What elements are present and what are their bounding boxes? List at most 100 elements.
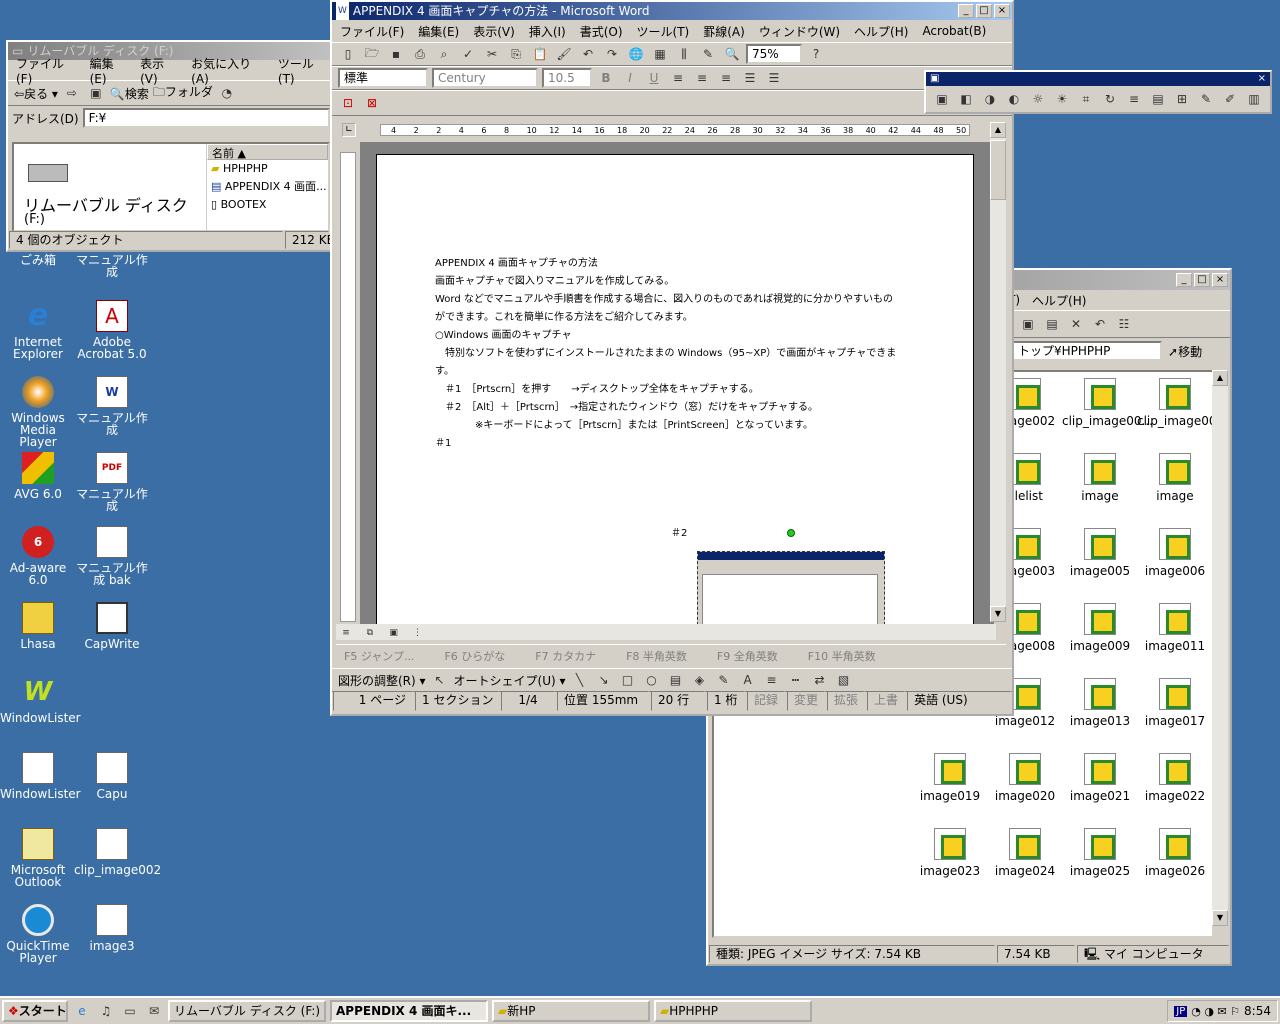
- status-track[interactable]: 変更: [787, 691, 826, 711]
- vertical-scrollbar[interactable]: ▲ ▼: [990, 122, 1006, 622]
- maximize-button[interactable]: □: [1194, 273, 1210, 287]
- menu-help[interactable]: ヘルプ(H): [854, 23, 908, 40]
- desktop-icon-windowlister-txt[interactable]: WindowLister: [0, 752, 81, 800]
- line-style-icon[interactable]: ≡: [1124, 90, 1144, 108]
- cut-icon[interactable]: ✂: [482, 45, 502, 63]
- less-brightness-icon[interactable]: ☀: [1052, 90, 1072, 108]
- image-control-icon[interactable]: ◧: [956, 90, 976, 108]
- task-hphphp[interactable]: ▰HPHPHP: [654, 1000, 812, 1022]
- file-item[interactable]: image: [1062, 453, 1138, 503]
- search-button[interactable]: 🔍検索: [110, 85, 149, 102]
- menu-window[interactable]: ウィンドウ(W): [759, 23, 840, 40]
- tray-icons[interactable]: ◔ ◑ ✉ ⚐: [1191, 1005, 1240, 1018]
- file-item[interactable]: image020: [987, 753, 1063, 803]
- file-item[interactable]: image011: [1137, 603, 1212, 653]
- file-item[interactable]: image025: [1062, 828, 1138, 878]
- file-item[interactable]: image017: [1137, 678, 1212, 728]
- insert-picture-icon[interactable]: ▣: [932, 90, 952, 108]
- rectangle-icon[interactable]: □: [618, 671, 638, 689]
- outline-view-icon[interactable]: ⋮: [407, 624, 427, 642]
- desktop-icon-windowlister-app[interactable]: W WindowLister: [0, 676, 81, 724]
- back-button[interactable]: ⇦戻る ▾: [14, 85, 58, 102]
- desktop-icon-manual-folder[interactable]: マニュアル作成: [74, 254, 150, 278]
- file-item[interactable]: image013: [1062, 678, 1138, 728]
- file-item[interactable]: image019: [912, 753, 988, 803]
- menu-format[interactable]: 書式(O): [580, 23, 623, 40]
- menu-table[interactable]: 罫線(A): [703, 23, 745, 40]
- drawing-icon[interactable]: ✎: [698, 45, 718, 63]
- desktop-icon-capu[interactable]: Capu: [74, 752, 150, 800]
- quicklaunch-ie-icon[interactable]: e: [72, 1002, 92, 1020]
- quicklaunch-media-icon[interactable]: ♫: [96, 1002, 116, 1020]
- fkey-f8[interactable]: F8 半角英数: [626, 648, 687, 664]
- copy-to-icon[interactable]: ▤: [1042, 315, 1062, 333]
- list-item[interactable]: ▯ BOOTEX: [207, 196, 328, 214]
- file-item[interactable]: image021: [1062, 753, 1138, 803]
- desktop-icon-media-player[interactable]: Windows Media Player: [0, 376, 76, 448]
- menu-favorites[interactable]: お気に入り(A): [191, 55, 268, 86]
- list-item[interactable]: ▰ HPHPHP: [207, 160, 328, 178]
- zoom-select[interactable]: 75%: [746, 44, 802, 64]
- undo-icon[interactable]: ↶: [578, 45, 598, 63]
- print-view-icon[interactable]: ▣: [384, 624, 404, 642]
- go-button[interactable]: ➚移動: [1168, 343, 1202, 360]
- fkey-f10[interactable]: F10 半角英数: [808, 648, 876, 664]
- scroll-thumb[interactable]: [990, 140, 1006, 200]
- list-item[interactable]: ▤ APPENDIX 4 画面...: [207, 178, 328, 196]
- status-record[interactable]: 記録: [747, 691, 786, 711]
- window-titlebar[interactable]: W APPENDIX 4 画面キャプチャの方法 - Microsoft Word…: [332, 2, 1012, 20]
- web-view-icon[interactable]: ⧉: [360, 624, 380, 642]
- compress-icon[interactable]: ▤: [1148, 90, 1168, 108]
- italic-icon[interactable]: I: [620, 69, 640, 87]
- file-item[interactable]: image: [1137, 453, 1212, 503]
- scroll-up-button[interactable]: ▲: [1212, 370, 1228, 386]
- desktop-icon-avg[interactable]: AVG 6.0: [0, 452, 76, 500]
- normal-view-icon[interactable]: ≡: [336, 624, 356, 642]
- ime-indicator[interactable]: JP: [1174, 1005, 1188, 1017]
- font-color-icon[interactable]: A: [738, 671, 758, 689]
- move-to-icon[interactable]: ▣: [1018, 315, 1038, 333]
- undo-icon[interactable]: ↶: [1090, 315, 1110, 333]
- save-icon[interactable]: ▪: [386, 45, 406, 63]
- delete-icon[interactable]: ✕: [1066, 315, 1086, 333]
- paste-icon[interactable]: 📋: [530, 45, 550, 63]
- print-preview-icon[interactable]: ⌕: [434, 45, 454, 63]
- help-icon[interactable]: ?: [806, 45, 826, 63]
- menu-help[interactable]: ヘルプ(H): [1032, 292, 1086, 309]
- reset-picture-icon[interactable]: ▥: [1244, 90, 1264, 108]
- quicklaunch-outlook-icon[interactable]: ✉: [144, 1002, 164, 1020]
- pdf-mail-icon[interactable]: ⊠: [362, 94, 382, 112]
- fkey-f7[interactable]: F7 カタカナ: [535, 648, 596, 664]
- numbering-icon[interactable]: ☰: [740, 69, 760, 87]
- oval-icon[interactable]: ○: [642, 671, 662, 689]
- desktop-icon-capwrite[interactable]: CapWrite: [74, 602, 150, 650]
- open-icon[interactable]: 🗁: [362, 45, 382, 63]
- menu-edit[interactable]: 編集(E): [418, 23, 459, 40]
- desktop-icon-quicktime[interactable]: QuickTime Player: [0, 904, 76, 964]
- dash-style-icon[interactable]: ┅: [786, 671, 806, 689]
- spelling-icon[interactable]: ✓: [458, 45, 478, 63]
- up-folder-icon[interactable]: ▣: [86, 84, 106, 102]
- file-item[interactable]: image024: [987, 828, 1063, 878]
- textbox-icon[interactable]: ▤: [666, 671, 686, 689]
- bold-icon[interactable]: B: [596, 69, 616, 87]
- fkey-f5[interactable]: F5 ジャンプ...: [344, 648, 414, 664]
- desktop-icon-manual-word[interactable]: W マニュアル作成: [74, 376, 150, 436]
- format-picture-icon[interactable]: ✎: [1196, 90, 1216, 108]
- desktop-icon-manual-bak[interactable]: マニュアル作成 bak: [74, 526, 150, 586]
- quicklaunch-desktop-icon[interactable]: ▭: [120, 1002, 140, 1020]
- file-item[interactable]: image023: [912, 828, 988, 878]
- history-icon[interactable]: ◔: [217, 84, 237, 102]
- select-pointer-icon[interactable]: ↖: [430, 671, 450, 689]
- redo-icon[interactable]: ↷: [602, 45, 622, 63]
- status-extend[interactable]: 拡張: [827, 691, 866, 711]
- arrow-style-icon[interactable]: ⇄: [810, 671, 830, 689]
- close-button[interactable]: ×: [994, 4, 1010, 18]
- bullets-icon[interactable]: ☰: [764, 69, 784, 87]
- file-item[interactable]: image022: [1137, 753, 1212, 803]
- rotate-handle-icon[interactable]: [787, 529, 795, 537]
- set-transparent-icon[interactable]: ✐: [1220, 90, 1240, 108]
- crop-icon[interactable]: ⌗: [1076, 90, 1096, 108]
- address-input[interactable]: トップ¥HPHPHP: [1012, 341, 1162, 361]
- horizontal-scrollbar[interactable]: ≡ ⧉ ▣ ⋮: [336, 624, 996, 640]
